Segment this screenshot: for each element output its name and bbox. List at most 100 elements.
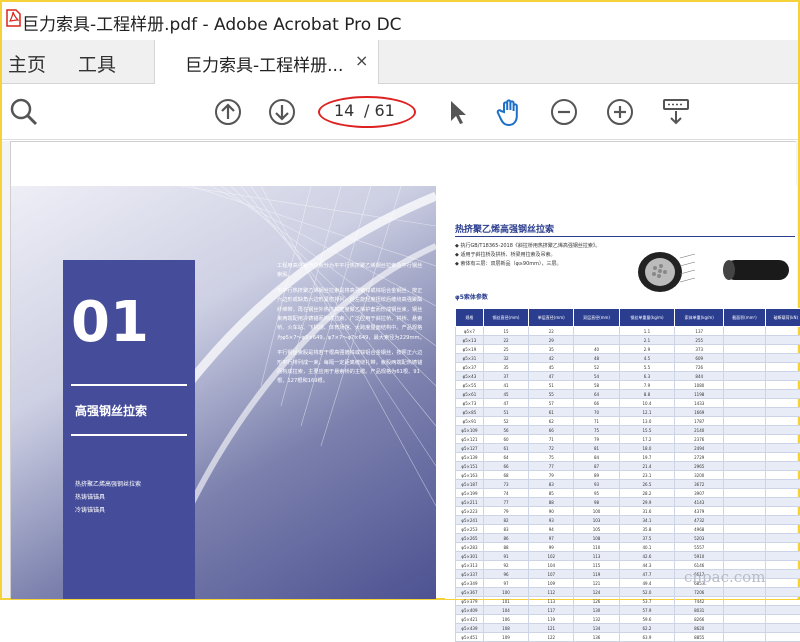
table-cell: 8.8 — [619, 390, 675, 399]
table-row: φ5×554151587.91080 — [456, 381, 800, 390]
table-cell — [724, 552, 765, 561]
divider — [71, 434, 187, 436]
hand-tool-icon[interactable] — [494, 96, 526, 128]
table-cell: 51 — [529, 381, 574, 390]
bullet-item: ◆ 适用于斜拉桥及拱桥、桥梁用拉索及吊索。 — [455, 251, 600, 260]
table-cell: 373 — [675, 345, 724, 354]
table-cell: φ5×379 — [456, 597, 484, 606]
table-cell: 5.5 — [619, 363, 675, 372]
table-cell — [724, 417, 765, 426]
table-cell — [765, 444, 800, 453]
table-cell — [765, 489, 800, 498]
table-cell: 100 — [574, 507, 619, 516]
table-cell — [724, 615, 765, 624]
table-cell: 4.5 — [619, 354, 675, 363]
table-cell — [724, 444, 765, 453]
table-cell — [724, 543, 765, 552]
table-cell: φ5×139 — [456, 453, 484, 462]
table-cell: 58 — [574, 381, 619, 390]
previous-page-icon[interactable] — [212, 96, 244, 128]
table-cell — [765, 462, 800, 471]
table-cell: 84 — [574, 453, 619, 462]
table-cell: φ5×187 — [456, 480, 484, 489]
table-cell: φ5×211 — [456, 498, 484, 507]
table-cell: 110 — [574, 543, 619, 552]
search-icon[interactable] — [8, 96, 40, 128]
table-cell: 1198 — [675, 390, 724, 399]
table-cell — [724, 624, 765, 633]
table-cell: φ5×199 — [456, 489, 484, 498]
table-cell: 60 — [483, 435, 528, 444]
table-cell: 93 — [529, 516, 574, 525]
table-cell: 99 — [529, 543, 574, 552]
table-row: φ5×373545525.5726 — [456, 363, 800, 372]
table-cell: 4143 — [675, 498, 724, 507]
table-cell: 94 — [529, 525, 574, 534]
column-header: 钢丝单重量(kg/m) — [619, 309, 675, 327]
table-cell — [765, 615, 800, 624]
table-cell: 82 — [483, 516, 528, 525]
table-cell: φ5×349 — [456, 579, 484, 588]
table-cell: 115 — [574, 561, 619, 570]
table-cell: 1669 — [675, 408, 724, 417]
table-cell — [724, 633, 765, 642]
document-viewer[interactable]: 01 高强钢丝拉索 热挤聚乙烯高强钢丝拉索 热铸锚锚具 冷铸锚锚具 工程用高强钢… — [2, 141, 798, 598]
table-cell: 122 — [529, 633, 574, 642]
table-cell: 42 — [529, 354, 574, 363]
table-cell: 2.9 — [619, 345, 675, 354]
close-tab-button[interactable]: × — [355, 51, 368, 70]
right-page-specs: 热挤聚乙烯高强钢丝拉索 ◆ 执行GB/T18365-2018《斜拉桥用热挤聚乙烯… — [445, 186, 797, 599]
table-cell — [765, 327, 800, 336]
table-cell: 8855 — [675, 633, 724, 642]
intro-text: 工程用高强钢丝拉索分为平平行热挤聚乙烯钢丝拉索及平行钢丝索股。 平平行热挤聚乙烯… — [277, 262, 427, 393]
table-cell — [765, 507, 800, 516]
table-cell: 85 — [529, 489, 574, 498]
table-cell: 71 — [529, 435, 574, 444]
table-cell: 126 — [574, 597, 619, 606]
zoom-in-icon[interactable] — [604, 96, 636, 128]
table-cell: 42.6 — [619, 552, 675, 561]
table-cell: φ5×151 — [456, 462, 484, 471]
table-cell — [724, 336, 765, 345]
table-row: φ5×10956667515.52140 — [456, 426, 800, 435]
table-cell: 74 — [483, 489, 528, 498]
table-cell: 15.5 — [619, 426, 675, 435]
table-cell — [765, 363, 800, 372]
table-cell: φ5×253 — [456, 525, 484, 534]
table-cell: 71 — [574, 417, 619, 426]
table-cell: 79 — [529, 471, 574, 480]
tab-home[interactable]: 主页 — [8, 50, 46, 77]
table-cell — [724, 534, 765, 543]
paragraph: 工程用高强钢丝拉索分为平平行热挤聚乙烯钢丝拉索及平行钢丝索股。 — [277, 262, 427, 281]
table-cell: 49.4 — [619, 579, 675, 588]
table-cell: 48 — [574, 354, 619, 363]
table-cell: 37 — [483, 372, 528, 381]
tab-document[interactable]: 巨力索具-工程样册... × — [154, 40, 379, 84]
spec-table: 规格 钢丝直径(mm) 单层直径(mm) 双层直径(mm) 钢丝单重量(kg/m… — [455, 308, 800, 642]
table-cell — [724, 408, 765, 417]
next-page-icon[interactable] — [266, 96, 298, 128]
scroll-mode-icon[interactable] — [660, 96, 692, 128]
table-cell: 2494 — [675, 444, 724, 453]
select-pointer-icon[interactable] — [442, 96, 474, 128]
table-cell: 41 — [483, 381, 528, 390]
table-cell: 29 — [529, 336, 574, 345]
table-cell — [724, 606, 765, 615]
table-cell: 136 — [574, 633, 619, 642]
table-cell — [765, 471, 800, 480]
table-cell: 63.9 — [619, 633, 675, 642]
tab-tools[interactable]: 工具 — [78, 50, 116, 77]
table-cell: 8266 — [675, 615, 724, 624]
table-cell: 45 — [483, 390, 528, 399]
table-cell: 5203 — [675, 534, 724, 543]
table-cell: 17.2 — [619, 435, 675, 444]
table-cell: 4968 — [675, 525, 724, 534]
table-cell: 3907 — [675, 489, 724, 498]
table-cell: φ5×409 — [456, 606, 484, 615]
page-indicator: 14 / 61 — [324, 96, 412, 128]
zoom-out-icon[interactable] — [548, 96, 580, 128]
table-cell: 26.5 — [619, 480, 675, 489]
table-row: φ5×16368798923.13200 — [456, 471, 800, 480]
table-cell: φ5×31 — [456, 354, 484, 363]
table-cell: 62 — [529, 417, 574, 426]
